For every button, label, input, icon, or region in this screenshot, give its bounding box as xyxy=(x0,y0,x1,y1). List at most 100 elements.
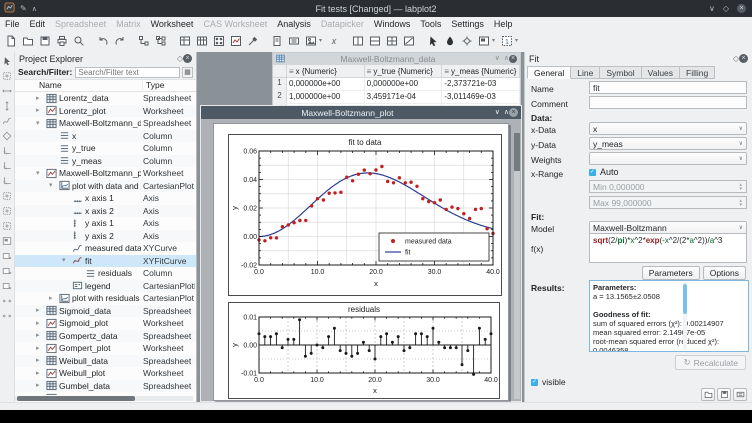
add-custom-point-icon[interactable] xyxy=(1,278,14,293)
visible-checkbox[interactable]: ✓ xyxy=(531,379,538,386)
tree-item-maxwell-boltzmann-plot[interactable]: ▾Maxwell-Boltzmann_plotWorksheet xyxy=(15,167,196,180)
spreadsheet-cell[interactable]: 3,459171e-04 xyxy=(365,91,443,103)
tree-item-weibull-plot[interactable]: ▸Weibull_plotWorksheet xyxy=(15,367,196,380)
tree-item-y-axis-1[interactable]: y axis 1Axis xyxy=(15,217,196,230)
add-equation-curve-icon[interactable] xyxy=(1,128,14,143)
add-text-label-icon[interactable] xyxy=(1,248,14,263)
menu-windows[interactable]: Windows xyxy=(369,19,416,29)
menu-file[interactable]: File xyxy=(0,19,25,29)
min-field[interactable]: Min 0,000000 ▲▼ xyxy=(589,180,747,193)
name-field[interactable]: fit xyxy=(589,81,747,94)
expand-arrow-icon[interactable]: ▸ xyxy=(36,357,40,364)
add-axis-icon[interactable] xyxy=(1,143,14,158)
tab-symbol[interactable]: Symbol xyxy=(600,66,641,79)
menu-worksheet[interactable]: Worksheet xyxy=(146,19,199,29)
search-filter-input[interactable] xyxy=(75,67,180,78)
menu-help[interactable]: Help xyxy=(489,19,518,29)
close-icon[interactable]: × xyxy=(737,4,746,13)
spreadsheet-cell[interactable]: 0,000000e+00 xyxy=(365,78,443,90)
tree-item-lorentz-plot[interactable]: ▸Lorentz_plotWorksheet xyxy=(15,105,196,118)
duplicate-window-icon[interactable] xyxy=(285,33,302,50)
menu-settings[interactable]: Settings xyxy=(446,19,489,29)
tree-item-sigmoid-plot[interactable]: ▸Sigmoid_plotWorksheet xyxy=(15,317,196,330)
tree-item-gompertz-data[interactable]: ▸Gompertz_dataSpreadsheet xyxy=(15,330,196,343)
y-data-select[interactable]: y_meas∨ xyxy=(589,137,747,150)
tree-item-sigmoid-data[interactable]: ▸Sigmoid_dataSpreadsheet xyxy=(15,305,196,318)
x-data-select[interactable]: x∨ xyxy=(589,122,747,135)
add-y-axis-icon[interactable] xyxy=(1,173,14,188)
collapse-arrow-icon[interactable]: ▾ xyxy=(49,182,53,189)
maximize-icon[interactable]: ◇ xyxy=(723,5,729,13)
max-field[interactable]: Max 99,000000 ▲▼ xyxy=(589,196,747,209)
shade-window-icon[interactable]: ∨ xyxy=(495,55,500,63)
shift-y-icon[interactable] xyxy=(1,98,14,113)
save-project-icon[interactable] xyxy=(36,33,53,50)
filter-options-icon[interactable]: ▦ xyxy=(182,67,193,78)
tree-item-x[interactable]: xColumn xyxy=(15,130,196,143)
shift-up-down-icon[interactable] xyxy=(1,308,14,323)
row-number[interactable]: 2 xyxy=(273,91,287,103)
close-pane-icon[interactable] xyxy=(400,33,417,50)
collapse-arrow-icon[interactable]: ▾ xyxy=(36,120,40,127)
shift-left-right-icon[interactable] xyxy=(1,293,14,308)
new-spreadsheet-icon[interactable] xyxy=(176,33,193,50)
new-matrix-icon[interactable] xyxy=(210,33,227,50)
add-plot-icon[interactable] xyxy=(1,233,14,248)
new-worksheet-icon[interactable] xyxy=(227,33,244,50)
column-header-name[interactable]: Name xyxy=(15,80,143,91)
print-preview-icon[interactable] xyxy=(70,33,87,50)
residuals-plot-area[interactable]: residuals0.010.020.030.040.0-0.010.000.0… xyxy=(228,302,500,399)
select-tool-icon[interactable] xyxy=(1,53,14,68)
tree-item-plot-with-residuals[interactable]: ▸plot with residualsCartesianPlot xyxy=(15,292,196,305)
fit-plot-area[interactable]: fit to data0.010.020.030.040.0-0.020.000… xyxy=(228,134,502,296)
close-window-icon[interactable]: × xyxy=(509,108,518,117)
window-layout-icon[interactable] xyxy=(475,33,492,50)
expand-arrow-icon[interactable]: ▸ xyxy=(36,382,40,389)
print-icon[interactable] xyxy=(53,33,70,50)
plot-window-titlebar[interactable]: Maxwell-Boltzmann_plot ∨ ∧ × xyxy=(201,106,521,119)
open-project-icon[interactable] xyxy=(19,33,36,50)
spreadsheet-column-header[interactable]: ≡x {Numeric} xyxy=(287,65,365,77)
tree-item-fit[interactable]: ▾fitXYFitCurve xyxy=(15,255,196,268)
results-scrollbar[interactable] xyxy=(683,282,687,350)
import-data-icon[interactable] xyxy=(302,33,319,50)
split-horizontal-icon[interactable] xyxy=(366,33,383,50)
load-settings-icon[interactable] xyxy=(701,388,715,401)
weights-select[interactable]: ∨ xyxy=(589,152,747,165)
annotate-icon[interactable]: ✎ xyxy=(20,4,27,13)
crosshair-zoom-icon[interactable] xyxy=(1,68,14,83)
save-settings-icon[interactable] xyxy=(717,388,731,401)
fullscreen-icon[interactable] xyxy=(458,33,475,50)
tab-filling[interactable]: Filling xyxy=(680,66,715,79)
expand-arrow-icon[interactable]: ▸ xyxy=(36,320,40,327)
new-note-icon[interactable] xyxy=(268,33,285,50)
tree-item-y-true[interactable]: y_trueColumn xyxy=(15,142,196,155)
auto-checkbox[interactable]: ✓ xyxy=(589,169,596,176)
save-as-default-icon[interactable] xyxy=(733,388,747,401)
tree-item-legend[interactable]: legendCartesianPlotL xyxy=(15,280,196,293)
spreadsheet-cell[interactable]: 0,000000e+00 xyxy=(287,78,365,90)
tree-item-y-meas[interactable]: y_measColumn xyxy=(15,155,196,168)
new-live-data-icon[interactable]: x xyxy=(325,33,342,50)
add-xy-curve-icon[interactable] xyxy=(1,113,14,128)
new-folder-icon[interactable] xyxy=(135,33,152,50)
presenter-mode-icon[interactable]: 1 xyxy=(498,33,515,50)
tree-horizontal-scrollbar[interactable] xyxy=(15,396,193,401)
collapse-arrow-icon[interactable]: ▾ xyxy=(36,170,40,177)
shade-window-icon[interactable]: ∨ xyxy=(495,109,500,117)
tile-windows-icon[interactable] xyxy=(383,33,400,50)
expand-arrow-icon[interactable]: ▸ xyxy=(36,107,40,114)
tree-item-maxwell-boltzmann-data[interactable]: ▾Maxwell-Boltzmann_dataSpreadsheet xyxy=(15,117,196,130)
tree-item-residuals[interactable]: residualsColumn xyxy=(15,267,196,280)
spreadsheet-window-titlebar[interactable]: Maxwell-Boltzmann_data ∨ ∧ × xyxy=(273,53,520,65)
new-workbook-icon[interactable] xyxy=(152,33,169,50)
tree-item-y-axis-2[interactable]: y axis 2Axis xyxy=(15,230,196,243)
select-cursor-icon[interactable] xyxy=(424,33,441,50)
spreadsheet-column-header[interactable]: ≡y_true {Numeric} xyxy=(365,65,443,77)
tree-item-gompert-plot[interactable]: ▸Gompert_plotWorksheet xyxy=(15,342,196,355)
toolbar-dropdown-icon[interactable]: ▾ xyxy=(515,38,521,44)
tree-item-weibull-data[interactable]: ▸Weibull_dataSpreadsheet xyxy=(15,355,196,368)
tree-item-gumbel-plot[interactable]: ▸Gumbel_plotWorksheet xyxy=(15,392,196,395)
add-x-axis-icon[interactable] xyxy=(1,158,14,173)
column-header-type[interactable]: Type xyxy=(143,80,196,91)
